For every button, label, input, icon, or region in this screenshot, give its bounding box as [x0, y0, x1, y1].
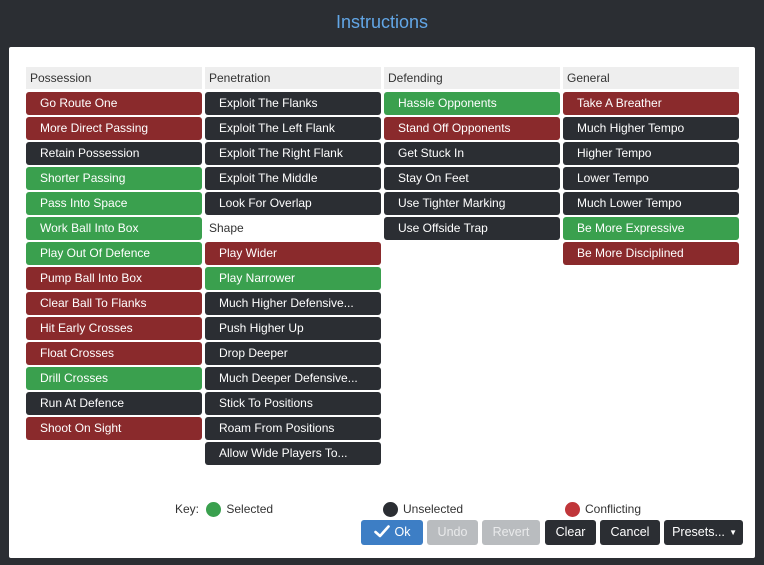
instruction-list-penetration: Exploit The Flanks Exploit The Left Flank…: [205, 92, 381, 215]
instruction-work-ball-into-box-button[interactable]: Work Ball Into Box: [26, 217, 202, 240]
legend-conflicting: Conflicting: [565, 500, 641, 518]
instruction-pump-ball-into-box-button[interactable]: Pump Ball Into Box: [26, 267, 202, 290]
column-header-penetration: Penetration: [205, 67, 381, 89]
instructions-window: Instructions Possession Go Route One More…: [0, 0, 764, 565]
column-defending: Defending Hassle Opponents Stand Off Oppo…: [384, 67, 560, 242]
column-general: General Take A Breather Much Higher Tempo…: [563, 67, 739, 267]
instruction-lower-tempo-button[interactable]: Lower Tempo: [563, 167, 739, 190]
instruction-hassle-opponents-button[interactable]: Hassle Opponents: [384, 92, 560, 115]
instruction-retain-possession-button[interactable]: Retain Possession: [26, 142, 202, 165]
instruction-much-higher-tempo-button[interactable]: Much Higher Tempo: [563, 117, 739, 140]
instruction-run-at-defence-button[interactable]: Run At Defence: [26, 392, 202, 415]
column-header-defending: Defending: [384, 67, 560, 89]
instruction-get-stuck-in-button[interactable]: Get Stuck In: [384, 142, 560, 165]
instruction-shorter-passing-button[interactable]: Shorter Passing: [26, 167, 202, 190]
instruction-be-more-disciplined-button[interactable]: Be More Disciplined: [563, 242, 739, 265]
revert-button[interactable]: Revert: [482, 520, 540, 545]
ok-button[interactable]: Ok: [361, 520, 423, 545]
instruction-play-wider-button[interactable]: Play Wider: [205, 242, 381, 265]
instruction-exploit-the-left-flank-button[interactable]: Exploit The Left Flank: [205, 117, 381, 140]
window-title: Instructions: [335, 12, 429, 32]
column-header-shape: Shape: [205, 217, 381, 239]
instruction-pass-into-space-button[interactable]: Pass Into Space: [26, 192, 202, 215]
instruction-exploit-the-right-flank-button[interactable]: Exploit The Right Flank: [205, 142, 381, 165]
instruction-list-shape: Play Wider Play Narrower Much Higher Defen…: [205, 242, 381, 465]
column-header-general: General: [563, 67, 739, 89]
instruction-clear-ball-to-flanks-button[interactable]: Clear Ball To Flanks: [26, 292, 202, 315]
instructions-panel: Possession Go Route One More Direct Passi…: [9, 47, 755, 558]
undo-button[interactable]: Undo: [427, 520, 478, 545]
instruction-take-a-breather-button[interactable]: Take A Breather: [563, 92, 739, 115]
legend-prefix: Key:: [175, 502, 200, 516]
instruction-list-defending: Hassle Opponents Stand Off Opponents Get S…: [384, 92, 560, 240]
instruction-play-out-of-defence-button[interactable]: Play Out Of Defence: [26, 242, 202, 265]
instruction-exploit-the-flanks-button[interactable]: Exploit The Flanks: [205, 92, 381, 115]
instruction-allow-wide-players-to-button[interactable]: Allow Wide Players To...: [205, 442, 381, 465]
presets-button-label: Presets...: [672, 525, 725, 539]
title-bar: Instructions: [0, 0, 764, 46]
selected-dot-icon: [206, 502, 222, 518]
checkmark-icon: [373, 524, 390, 538]
column-header-possession: Possession: [26, 67, 202, 89]
instruction-roam-from-positions-button[interactable]: Roam From Positions: [205, 417, 381, 440]
instruction-stay-on-feet-button[interactable]: Stay On Feet: [384, 167, 560, 190]
instruction-be-more-expressive-button[interactable]: Be More Expressive: [563, 217, 739, 240]
instruction-exploit-the-middle-button[interactable]: Exploit The Middle: [205, 167, 381, 190]
caret-down-icon: ▼: [729, 528, 737, 537]
column-possession: Possession Go Route One More Direct Passi…: [26, 67, 202, 442]
instruction-list-possession: Go Route One More Direct Passing Retain Po…: [26, 92, 202, 440]
column-penetration: Penetration Exploit The Flanks Exploit Th…: [205, 67, 381, 467]
instruction-use-offside-trap-button[interactable]: Use Offside Trap: [384, 217, 560, 240]
instruction-push-higher-up-button[interactable]: Push Higher Up: [205, 317, 381, 340]
instruction-go-route-one-button[interactable]: Go Route One: [26, 92, 202, 115]
legend-key: Key: Selected: [175, 500, 273, 518]
presets-button[interactable]: Presets... ▼: [664, 520, 743, 545]
clear-button[interactable]: Clear: [545, 520, 596, 545]
instruction-much-lower-tempo-button[interactable]: Much Lower Tempo: [563, 192, 739, 215]
conflicting-dot-icon: [565, 502, 580, 518]
instruction-look-for-overlap-button[interactable]: Look For Overlap: [205, 192, 381, 215]
instruction-use-tighter-marking-button[interactable]: Use Tighter Marking: [384, 192, 560, 215]
instruction-higher-tempo-button[interactable]: Higher Tempo: [563, 142, 739, 165]
legend-selected-label: Selected: [226, 502, 274, 516]
unselected-dot-icon: [383, 502, 398, 518]
instruction-much-higher-defensive-button[interactable]: Much Higher Defensive...: [205, 292, 381, 315]
instruction-shoot-on-sight-button[interactable]: Shoot On Sight: [26, 417, 202, 440]
instruction-float-crosses-button[interactable]: Float Crosses: [26, 342, 202, 365]
instruction-stick-to-positions-button[interactable]: Stick To Positions: [205, 392, 381, 415]
ok-button-label: Ok: [394, 525, 411, 539]
instruction-drill-crosses-button[interactable]: Drill Crosses: [26, 367, 202, 390]
cancel-button[interactable]: Cancel: [600, 520, 660, 545]
legend-unselected-label: Unselected: [403, 502, 464, 516]
legend-unselected: Unselected: [383, 500, 463, 518]
instruction-list-general: Take A Breather Much Higher Tempo Higher T…: [563, 92, 739, 265]
legend-conflicting-label: Conflicting: [585, 502, 642, 516]
instruction-hit-early-crosses-button[interactable]: Hit Early Crosses: [26, 317, 202, 340]
instruction-drop-deeper-button[interactable]: Drop Deeper: [205, 342, 381, 365]
instruction-more-direct-passing-button[interactable]: More Direct Passing: [26, 117, 202, 140]
instruction-much-deeper-defensive-button[interactable]: Much Deeper Defensive...: [205, 367, 381, 390]
instruction-play-narrower-button[interactable]: Play Narrower: [205, 267, 381, 290]
instruction-stand-off-opponents-button[interactable]: Stand Off Opponents: [384, 117, 560, 140]
